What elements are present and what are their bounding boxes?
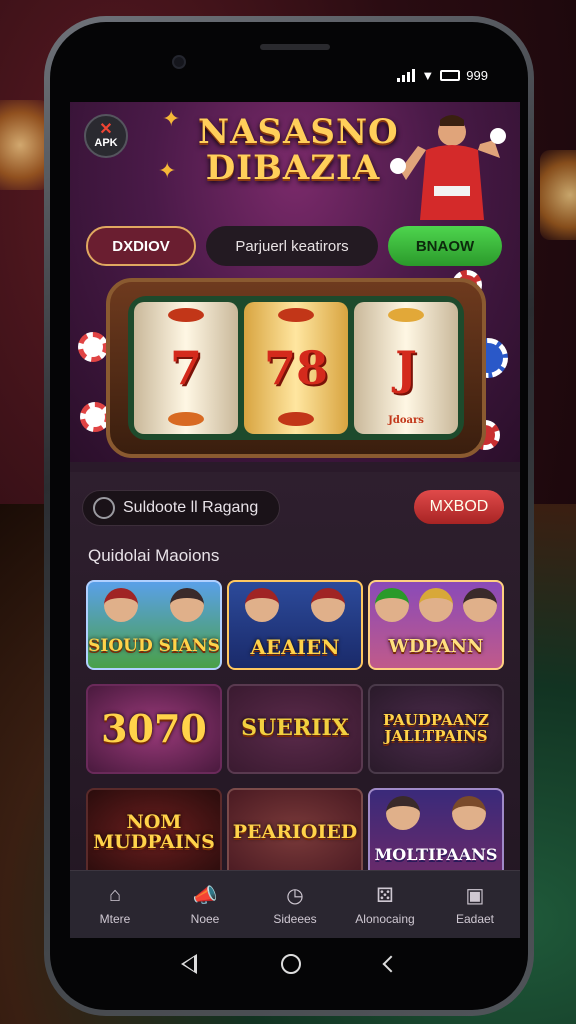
earpiece-speaker <box>260 44 330 50</box>
games-panel: Suldoote ll Ragang MXBOD Quidolai Maoion… <box>70 472 520 938</box>
reel-caption: Jdoars <box>388 415 424 426</box>
nav-item-home[interactable]: ⌂ Mtere <box>75 884 155 926</box>
game-title: PAUDPAANZ JALLTPAINS <box>382 711 490 745</box>
game-artwork <box>88 588 220 622</box>
games-grid: SIOUD SIANS AEAIEN WDPANN 3070 SUERIIX P… <box>86 580 504 878</box>
game-title: NOM MUDPAINS <box>93 811 215 853</box>
app-title-line1: NASASNO <box>198 112 399 152</box>
fruit-icon <box>278 308 314 322</box>
reel-symbol: 7 <box>169 341 202 395</box>
bottom-navigation: ⌂ Mtere 📣 Noee ◷ Sideees ⚄ Alonocaing ▣ … <box>70 870 520 938</box>
fruit-icon <box>168 412 204 426</box>
search-icon <box>93 497 115 519</box>
fruit-icon <box>168 308 204 322</box>
game-artwork <box>370 796 502 830</box>
game-tile[interactable]: NOM MUDPAINS <box>86 788 222 878</box>
status-time: 999 <box>466 68 488 83</box>
game-artwork <box>370 588 502 622</box>
dice-icon: ⚄ <box>376 885 394 907</box>
app-title-line2: DIBAZIA <box>205 148 381 188</box>
system-navigation-bar <box>50 934 528 994</box>
clock-icon: ◷ <box>286 885 304 907</box>
back-icon[interactable] <box>181 954 197 974</box>
apk-badge-label: APK <box>94 137 118 149</box>
phone-screen-area: ▼ 999 ✕ APK ✦ ✦ NASASNO DIBAZIA DXDIOV P… <box>50 22 528 1010</box>
slot-reel: 7 <box>134 302 238 434</box>
action-button[interactable]: MXBOD <box>414 490 504 524</box>
apk-badge[interactable]: ✕ APK <box>84 114 128 158</box>
nav-item-sidebets[interactable]: ◷ Sideees <box>255 884 335 926</box>
megaphone-icon: 📣 <box>192 885 218 907</box>
game-tile[interactable]: SIOUD SIANS <box>86 580 222 670</box>
nav-item-extra[interactable]: ▣ Eadaet <box>435 884 515 926</box>
game-tile[interactable]: PAUDPAANZ JALLTPAINS <box>368 684 504 774</box>
nav-item-announcing[interactable]: ⚄ Alonocaing <box>345 884 425 926</box>
wifi-icon: ▼ <box>421 68 435 83</box>
game-title: WDPANN <box>388 635 484 657</box>
slot-reel: 78 <box>244 302 348 434</box>
hero-left-button[interactable]: DXDIOV <box>86 226 196 266</box>
recents-chevron-icon[interactable] <box>382 955 400 973</box>
app-screen: ✕ APK ✦ ✦ NASASNO DIBAZIA DXDIOV Parjuer… <box>70 102 520 938</box>
game-title: SUERIIX <box>241 715 349 742</box>
nav-label: Mtere <box>99 911 131 926</box>
apk-logo-icon: ✕ <box>99 121 113 138</box>
status-bar: ▼ 999 <box>397 68 488 83</box>
home-icon: ⌂ <box>108 884 122 906</box>
app-title: NASASNO DIBAZIA <box>198 112 399 188</box>
game-tile[interactable]: PEARIOIED <box>227 788 363 878</box>
nav-label: Noee <box>190 911 220 926</box>
game-tile[interactable]: AEAIEN <box>227 580 363 670</box>
game-title: MOLTIPAANS <box>374 844 498 864</box>
star-icon: ✦ <box>158 158 177 183</box>
signal-icon <box>397 69 416 82</box>
hero-banner: ✕ APK ✦ ✦ NASASNO DIBAZIA DXDIOV Parjuer… <box>70 102 520 462</box>
nav-label: Eadaet <box>455 911 495 926</box>
reel-symbol: 78 <box>263 341 328 395</box>
nav-label: Sideees <box>273 911 317 926</box>
section-title: Quidolai Maoions <box>88 546 220 565</box>
game-title: 3070 <box>101 706 207 752</box>
hero-middle-button[interactable]: Parjuerl keatirors <box>206 226 378 266</box>
front-camera <box>172 55 186 69</box>
slot-reels: 7 78 J Jdoars <box>128 296 464 440</box>
game-tile[interactable]: SUERIIX <box>227 684 363 774</box>
fruit-icon <box>388 308 424 322</box>
game-title: PEARIOIED <box>232 821 358 844</box>
nav-label: Alonocaing <box>355 911 415 926</box>
search-input[interactable]: Suldoote ll Ragang <box>82 490 280 526</box>
game-title: SIOUD SIANS <box>88 636 220 657</box>
star-icon: ✦ <box>162 106 181 131</box>
player-mascot-icon <box>390 115 506 220</box>
fruit-icon <box>278 412 314 426</box>
hero-right-button[interactable]: BNAOW <box>388 226 502 266</box>
game-title: AEAIEN <box>250 634 340 659</box>
home-circle-icon[interactable] <box>281 954 301 974</box>
slot-machine[interactable]: 7 78 J Jdoars <box>106 278 486 458</box>
game-tile[interactable]: 3070 <box>86 684 222 774</box>
background-lamp <box>540 150 576 240</box>
battery-icon <box>440 70 461 81</box>
phone-frame: ▼ 999 ✕ APK ✦ ✦ NASASNO DIBAZIA DXDIOV P… <box>44 16 534 1016</box>
game-tile[interactable]: MOLTIPAANS <box>368 788 504 878</box>
search-placeholder: Suldoote ll Ragang <box>123 499 259 516</box>
game-artwork <box>229 588 361 622</box>
slot-reel: J Jdoars <box>354 302 458 434</box>
game-tile[interactable]: WDPANN <box>368 580 504 670</box>
background-lamp <box>0 100 50 190</box>
casino-chip <box>78 332 108 362</box>
nav-item-news[interactable]: 📣 Noee <box>165 884 245 926</box>
reel-symbol: J <box>395 341 417 395</box>
treasure-icon: ▣ <box>465 885 485 907</box>
